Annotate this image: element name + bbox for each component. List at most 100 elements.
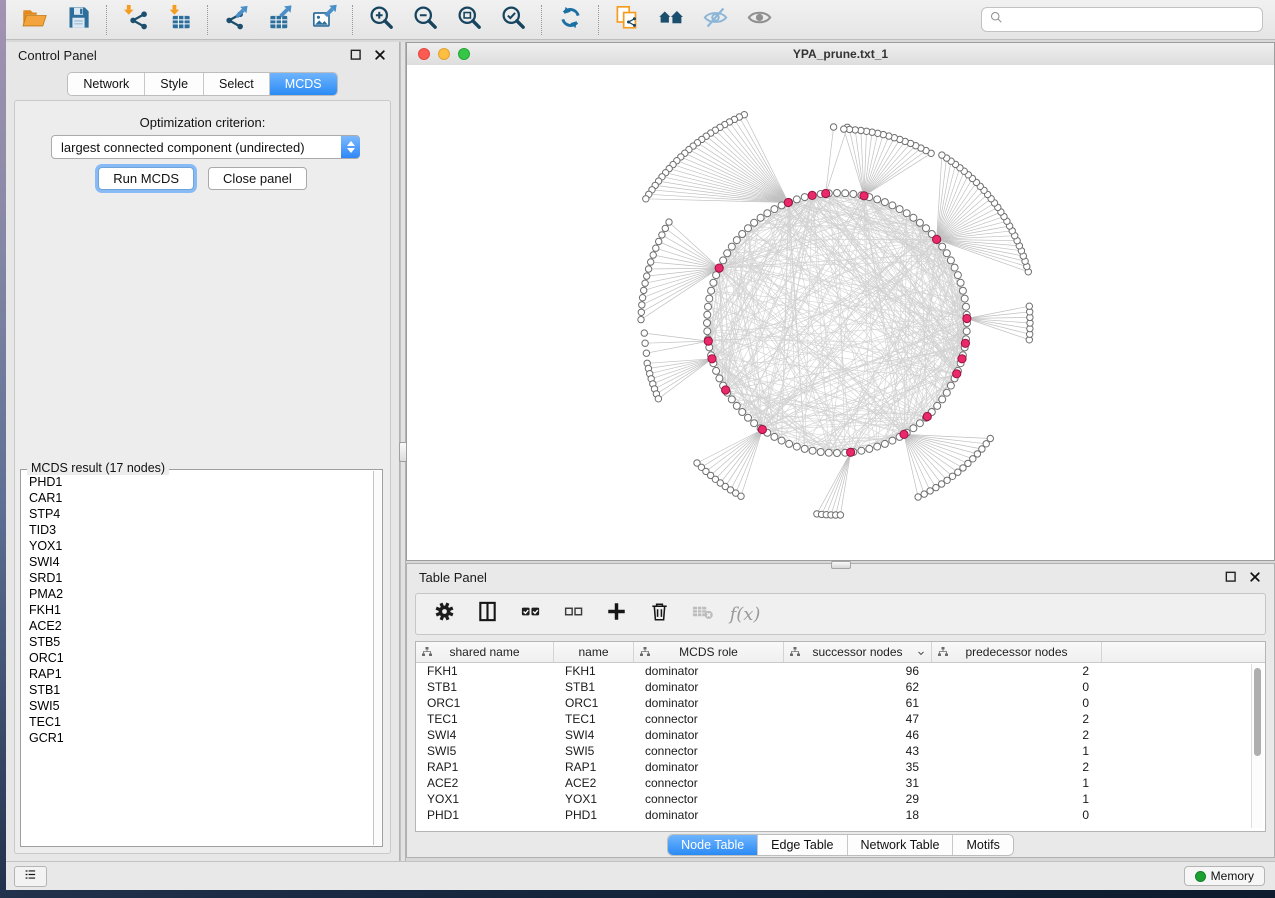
mcds-result-item[interactable]: YOX1 bbox=[22, 538, 373, 554]
tab-mcds[interactable]: MCDS bbox=[270, 73, 337, 95]
table-body: FKH1FKH1dominator962STB1STB1dominator620… bbox=[416, 663, 1265, 823]
table-row[interactable]: YOX1YOX1connector291 bbox=[416, 791, 1265, 807]
search-input[interactable] bbox=[1009, 12, 1255, 28]
hide-selected-button[interactable] bbox=[701, 6, 729, 34]
minimize-window-icon[interactable] bbox=[438, 48, 450, 60]
network-canvas[interactable] bbox=[407, 65, 1274, 560]
save-session-button[interactable] bbox=[64, 6, 92, 34]
table-row[interactable]: FKH1FKH1dominator962 bbox=[416, 663, 1265, 679]
mcds-result-item[interactable]: STB1 bbox=[22, 682, 373, 698]
delete-columns-button[interactable] bbox=[647, 602, 671, 626]
mcds-result-item[interactable]: ACE2 bbox=[22, 618, 373, 634]
mcds-tab-content: Optimization criterion: largest connecte… bbox=[14, 100, 391, 854]
mcds-result-item[interactable]: TID3 bbox=[22, 522, 373, 538]
table-header-row: shared namename MCDS role successor nodesp… bbox=[416, 642, 1265, 663]
mcds-result-item[interactable]: PMA2 bbox=[22, 586, 373, 602]
zoom-fit-button[interactable] bbox=[455, 6, 483, 34]
mcds-result-item[interactable]: ORC1 bbox=[22, 650, 373, 666]
cell-MCDS-role: dominator bbox=[634, 663, 784, 679]
export-network-button[interactable] bbox=[222, 6, 250, 34]
tab-edge-table[interactable]: Edge Table bbox=[758, 835, 847, 855]
mcds-result-item[interactable]: GCR1 bbox=[22, 730, 373, 746]
column-header-predecessor-nodes[interactable]: predecessor nodes bbox=[932, 642, 1102, 662]
memory-button[interactable]: Memory bbox=[1184, 866, 1265, 886]
tab-network-table[interactable]: Network Table bbox=[848, 835, 954, 855]
criterion-select[interactable]: largest connected component (undirected) bbox=[51, 135, 360, 159]
mcds-list-scrollbar[interactable] bbox=[373, 471, 381, 845]
mcds-result-item[interactable]: RAP1 bbox=[22, 666, 373, 682]
import-table-button[interactable] bbox=[165, 6, 193, 34]
show-all-button[interactable] bbox=[745, 6, 773, 34]
network-window-title: YPA_prune.txt_1 bbox=[407, 47, 1274, 61]
network-graph[interactable] bbox=[407, 65, 1274, 560]
run-mcds-button[interactable]: Run MCDS bbox=[98, 167, 194, 190]
mcds-result-item[interactable]: SRD1 bbox=[22, 570, 373, 586]
float-table-panel-icon[interactable] bbox=[1224, 570, 1238, 584]
search-icon bbox=[989, 10, 1004, 30]
mcds-result-item[interactable]: STP4 bbox=[22, 506, 373, 522]
column-settings-button[interactable] bbox=[432, 602, 456, 626]
table-scrollbar[interactable] bbox=[1251, 664, 1263, 828]
tab-style[interactable]: Style bbox=[145, 73, 204, 95]
table-row[interactable]: SWI5SWI5connector431 bbox=[416, 743, 1265, 759]
close-panel-button[interactable]: Close panel bbox=[208, 167, 307, 190]
table-row[interactable]: TEC1TEC1connector472 bbox=[416, 711, 1265, 727]
zoom-in-button[interactable] bbox=[367, 6, 395, 34]
cell-name: SWI5 bbox=[554, 743, 634, 759]
empty-boxes-icon bbox=[562, 600, 585, 628]
import-network-button[interactable] bbox=[121, 6, 149, 34]
close-table-panel-icon[interactable] bbox=[1248, 570, 1262, 584]
select-all-columns-button[interactable] bbox=[518, 602, 542, 626]
column-header-label: MCDS role bbox=[679, 645, 738, 659]
table-row[interactable]: PHD1PHD1dominator180 bbox=[416, 807, 1265, 823]
column-header-shared-name[interactable]: shared name bbox=[416, 642, 554, 662]
search-box[interactable] bbox=[981, 7, 1263, 32]
table-row[interactable]: RAP1RAP1dominator352 bbox=[416, 759, 1265, 775]
open-file-button[interactable] bbox=[20, 6, 48, 34]
show-columns-button[interactable] bbox=[475, 602, 499, 626]
close-window-icon[interactable] bbox=[418, 48, 430, 60]
mcds-result-item[interactable]: CAR1 bbox=[22, 490, 373, 506]
function-builder-button: f(x) bbox=[733, 602, 757, 626]
column-header-successor-nodes[interactable]: successor nodes bbox=[784, 642, 932, 662]
mcds-result-item[interactable]: SWI4 bbox=[22, 554, 373, 570]
show-panels-button[interactable] bbox=[14, 866, 47, 887]
cell-predecessor-nodes: 0 bbox=[932, 807, 1102, 823]
export-image-button[interactable] bbox=[310, 6, 338, 34]
horizontal-splitter-handle[interactable] bbox=[831, 561, 851, 569]
zoom-out-button[interactable] bbox=[411, 6, 439, 34]
tab-motifs[interactable]: Motifs bbox=[953, 835, 1012, 855]
cell-MCDS-role: dominator bbox=[634, 759, 784, 775]
cell-name: PHD1 bbox=[554, 807, 634, 823]
tab-node-table[interactable]: Node Table bbox=[668, 835, 758, 855]
mcds-result-item[interactable]: STB5 bbox=[22, 634, 373, 650]
export-table-button[interactable] bbox=[266, 6, 294, 34]
table-scrollbar-thumb[interactable] bbox=[1254, 668, 1261, 756]
table-row[interactable]: ORC1ORC1dominator610 bbox=[416, 695, 1265, 711]
mcds-result-item[interactable]: FKH1 bbox=[22, 602, 373, 618]
tab-select[interactable]: Select bbox=[204, 73, 270, 95]
table-row[interactable]: SWI4SWI4dominator462 bbox=[416, 727, 1265, 743]
export-table-icon bbox=[267, 4, 294, 36]
close-panel-icon[interactable] bbox=[373, 48, 387, 62]
unselect-all-columns-button[interactable] bbox=[561, 602, 585, 626]
zoom-selected-icon bbox=[500, 4, 527, 36]
column-type-icon bbox=[789, 646, 801, 658]
zoom-selected-button[interactable] bbox=[499, 6, 527, 34]
sort-chevron-icon[interactable] bbox=[916, 647, 926, 657]
mcds-result-item[interactable]: SWI5 bbox=[22, 698, 373, 714]
column-header-name[interactable]: name bbox=[554, 642, 634, 662]
tab-network[interactable]: Network bbox=[68, 73, 145, 95]
duplicate-network-button[interactable] bbox=[613, 6, 641, 34]
cell-name: RAP1 bbox=[554, 759, 634, 775]
float-panel-icon[interactable] bbox=[349, 48, 363, 62]
maximize-window-icon[interactable] bbox=[458, 48, 470, 60]
create-column-button[interactable] bbox=[604, 602, 628, 626]
column-header-MCDS-role[interactable]: MCDS role bbox=[634, 642, 784, 662]
table-row[interactable]: STB1STB1dominator620 bbox=[416, 679, 1265, 695]
mcds-result-item[interactable]: TEC1 bbox=[22, 714, 373, 730]
mcds-result-item[interactable]: PHD1 bbox=[22, 474, 373, 490]
first-neighbors-button[interactable] bbox=[657, 6, 685, 34]
apply-layout-button[interactable] bbox=[556, 6, 584, 34]
table-row[interactable]: ACE2ACE2connector311 bbox=[416, 775, 1265, 791]
